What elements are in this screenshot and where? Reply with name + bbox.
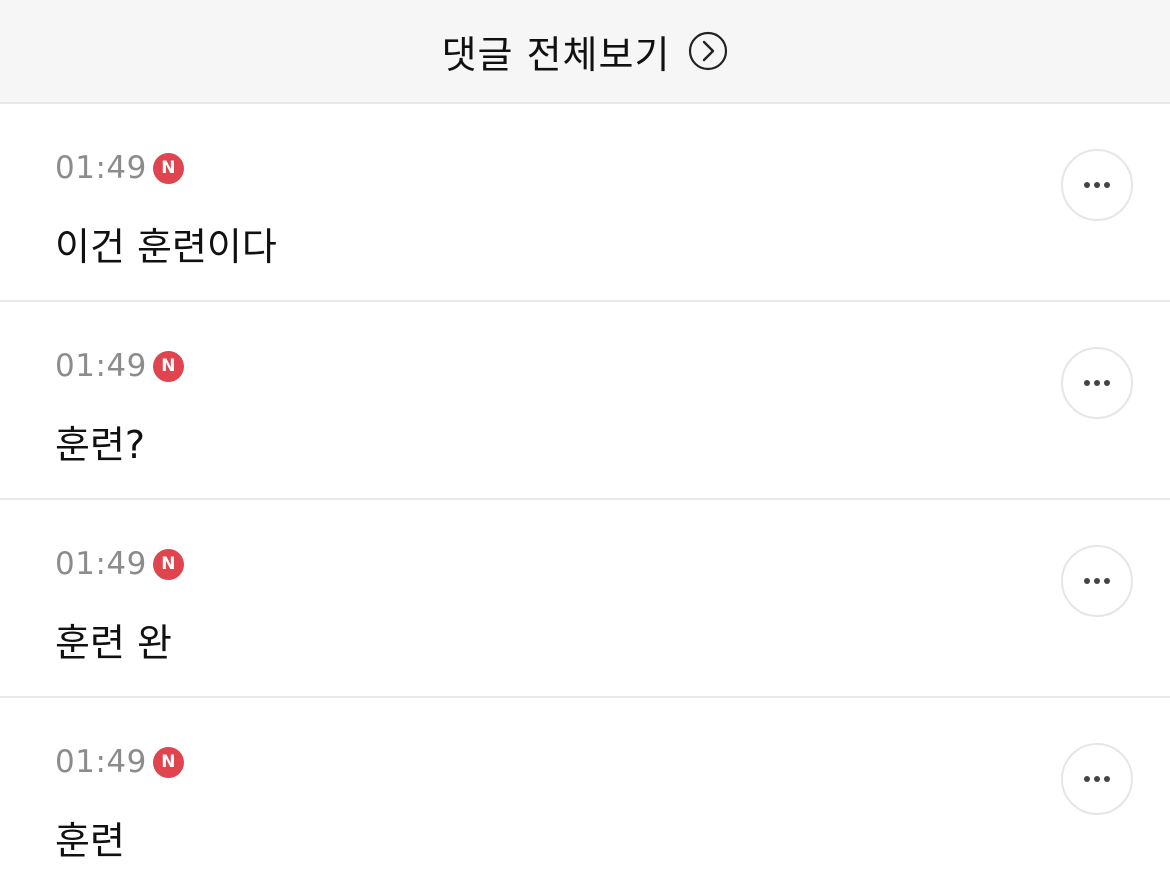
comment-time: 01:49 [55,348,147,384]
more-dots-icon [1084,182,1110,188]
more-options-button[interactable] [1061,149,1133,221]
comment-time: 01:49 [55,744,147,780]
comment-meta: 01:49 N [55,150,184,186]
comment-meta: 01:49 N [55,348,184,384]
comment-item: 01:49 N 훈련 [0,698,1170,894]
comment-text: 훈련 [55,819,125,863]
view-all-comments-title: 댓글 전체보기 [441,32,671,77]
comment-meta: 01:49 N [55,744,184,780]
view-all-comments-link[interactable]: 댓글 전체보기 [0,0,1170,104]
comment-item: 01:49 N 이건 훈련이다 [0,104,1170,302]
more-dots-icon [1084,776,1110,782]
comment-list: 01:49 N 이건 훈련이다 01:49 N 훈련? 01:49 N 훈련 완 [0,104,1170,894]
new-badge: N [152,152,184,184]
more-dots-icon [1084,380,1110,386]
comment-text: 훈련 완 [55,621,172,665]
more-options-button[interactable] [1061,743,1133,815]
comment-item: 01:49 N 훈련 완 [0,500,1170,698]
comment-text: 훈련? [55,423,146,467]
more-dots-icon [1084,578,1110,584]
comment-time: 01:49 [55,150,147,186]
comment-item: 01:49 N 훈련? [0,302,1170,500]
new-badge: N [152,350,184,382]
new-badge: N [152,746,184,778]
new-badge: N [152,548,184,580]
comment-meta: 01:49 N [55,546,184,582]
comment-time: 01:49 [55,546,147,582]
chevron-right-circle-icon [688,31,728,71]
more-options-button[interactable] [1061,545,1133,617]
comment-text: 이건 훈련이다 [55,225,277,269]
more-options-button[interactable] [1061,347,1133,419]
